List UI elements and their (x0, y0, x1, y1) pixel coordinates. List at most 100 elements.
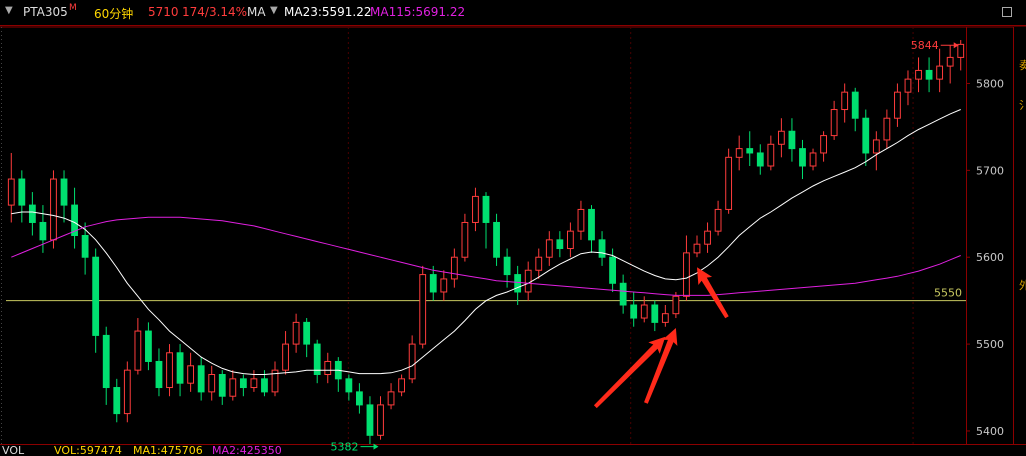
vol-ma2: MA2:425350 (212, 444, 282, 456)
candle-down (556, 239, 564, 250)
candle-down (113, 387, 121, 415)
candle-down (619, 282, 627, 306)
candle-up (472, 195, 479, 223)
red-arrow-shape (696, 267, 729, 319)
candle-up (398, 378, 406, 393)
y-axis: 5400 5500 5600 5700 5800 (966, 77, 1004, 438)
candle-down (598, 239, 606, 258)
chart-frame (0, 26, 1026, 445)
candle-up (704, 230, 711, 245)
vol-value: VOL:597474 (54, 444, 122, 456)
candle-down (92, 256, 100, 336)
candle-up (387, 391, 395, 406)
dropdown-arrow-icon[interactable]: ▼ (5, 5, 13, 16)
y-tick-label: 5700 (976, 164, 1004, 177)
candle-down (176, 352, 184, 384)
candle-down (756, 152, 764, 167)
vol-title[interactable]: VOL (2, 444, 24, 456)
candle-down (799, 148, 806, 167)
red-arrow-shape (644, 328, 678, 404)
candle-down (609, 256, 616, 284)
indicator-label[interactable]: MA (247, 5, 266, 19)
candle-down (514, 274, 522, 293)
candle-down (503, 256, 511, 276)
y-tick-label: 5400 (976, 425, 1004, 438)
support-line: 5550 (6, 287, 966, 302)
side-panel-char: 奏 (1019, 59, 1026, 72)
price-label: 5710 (148, 5, 179, 19)
candle-up (524, 269, 532, 293)
candle-up (820, 135, 827, 154)
candle-up (461, 221, 469, 258)
candlestick-chart: 5550 5400 5500 5600 5700 5800 58445382 (0, 26, 1026, 454)
ma23-label: MA23:5591.22 (284, 5, 372, 19)
candle-up (250, 378, 258, 389)
candle-up (50, 178, 57, 241)
candle-up (883, 117, 891, 141)
candle-down (630, 304, 638, 319)
support-label: 5550 (934, 287, 962, 300)
close-icon[interactable] (1002, 7, 1012, 17)
candle-up (872, 139, 880, 154)
candle-up (535, 256, 543, 271)
candle-down (651, 304, 659, 323)
candle-up (408, 343, 416, 380)
red-arrow (696, 267, 729, 319)
candle-up (714, 208, 722, 232)
candle-up (830, 109, 838, 137)
candle-up (725, 156, 733, 210)
candle-up (894, 91, 901, 119)
y-tick-label: 5800 (976, 77, 1004, 90)
candle-up (735, 148, 743, 158)
candle-up (640, 304, 648, 319)
candle-down (429, 274, 437, 293)
candle-down (788, 130, 796, 150)
candle-up (767, 143, 775, 167)
candle-up (7, 178, 15, 206)
candle-down (746, 148, 754, 154)
candle-down (482, 195, 490, 223)
side-panel-char: 氵 (1019, 99, 1026, 112)
candle-down (303, 321, 311, 345)
chart-header: ▼ PTA305 M 60分钟 5710 174/3.14% MA ▼ MA23… (0, 0, 1026, 26)
candle-up (229, 378, 237, 397)
candle-up (915, 69, 922, 80)
candle-up (419, 274, 427, 345)
period-label[interactable]: 60分钟 (94, 5, 133, 22)
symbol-label[interactable]: PTA305 (23, 5, 68, 19)
candle-up (777, 130, 785, 145)
candle-down (261, 378, 268, 393)
candle-down (28, 204, 36, 223)
red-arrow (644, 328, 678, 404)
candle-up (936, 65, 944, 80)
candle-up (292, 321, 300, 345)
candle-up (123, 369, 131, 415)
symbol-mark: M (69, 3, 77, 13)
candle-up (661, 313, 669, 323)
candle-down (851, 91, 859, 119)
y-tick-label: 5500 (976, 338, 1004, 351)
candle-down (145, 330, 152, 362)
candle-up (683, 252, 690, 297)
annotations: 58445382 (331, 39, 959, 454)
candle-up (545, 239, 553, 258)
candle-up (134, 330, 142, 371)
candle-up (577, 208, 585, 232)
ma115-label: MA115:5691.22 (370, 5, 466, 19)
side-panel-char: 外 (1019, 279, 1026, 292)
candle-down (81, 235, 89, 258)
candle-down (925, 69, 933, 80)
candle-down (356, 391, 363, 406)
candle-down (366, 404, 374, 436)
indicator-dropdown-icon[interactable]: ▼ (270, 5, 278, 16)
candle-down (345, 378, 353, 393)
candle-down (239, 378, 247, 389)
candle-down (197, 365, 205, 393)
candle-down (218, 374, 226, 397)
candle-up (377, 404, 384, 436)
candle-up (693, 243, 701, 254)
candle-up (187, 365, 195, 384)
candle-up (672, 295, 680, 315)
candle-down (493, 221, 500, 258)
candle-down (18, 178, 26, 206)
